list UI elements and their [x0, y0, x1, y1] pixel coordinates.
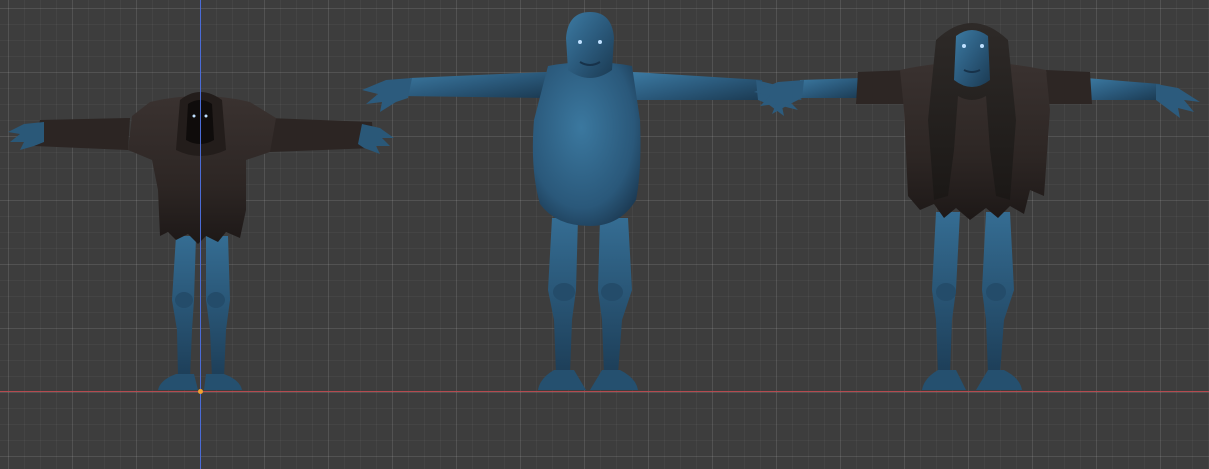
left-arm	[796, 78, 862, 98]
origin-point[interactable]	[198, 389, 203, 394]
left-hand	[362, 78, 412, 112]
right-hand	[358, 124, 394, 154]
left-knee	[936, 283, 956, 301]
left-arm	[400, 72, 546, 98]
3d-viewport[interactable]	[0, 0, 1209, 469]
right-arm	[632, 72, 764, 100]
right-arm	[1086, 78, 1160, 100]
right-sleeve	[1046, 70, 1092, 104]
left-eye	[578, 40, 582, 44]
right-eye	[980, 44, 984, 48]
left-eye	[192, 114, 196, 118]
figure-bare[interactable]	[362, 12, 802, 390]
right-knee	[207, 292, 225, 308]
left-foot	[158, 374, 198, 390]
x-axis-line	[0, 391, 1209, 392]
right-eye	[598, 40, 602, 44]
right-knee	[986, 283, 1006, 301]
left-eye	[962, 44, 966, 48]
left-foot	[922, 370, 966, 390]
right-foot	[204, 374, 242, 390]
torso	[532, 62, 641, 226]
right-eye	[204, 114, 208, 118]
left-knee	[553, 283, 575, 301]
head	[566, 12, 614, 78]
figure-hair-cloak[interactable]	[754, 23, 1200, 390]
right-foot	[590, 370, 638, 390]
right-foot	[976, 370, 1022, 390]
face	[954, 30, 990, 87]
viewport-scene[interactable]	[0, 0, 1209, 469]
z-axis-line	[200, 0, 201, 469]
left-knee	[175, 292, 193, 308]
figure-hooded[interactable]	[8, 92, 394, 390]
left-foot	[538, 370, 586, 390]
right-hand	[1156, 84, 1200, 118]
left-sleeve	[34, 118, 130, 150]
right-sleeve	[268, 118, 374, 152]
right-knee	[601, 283, 623, 301]
